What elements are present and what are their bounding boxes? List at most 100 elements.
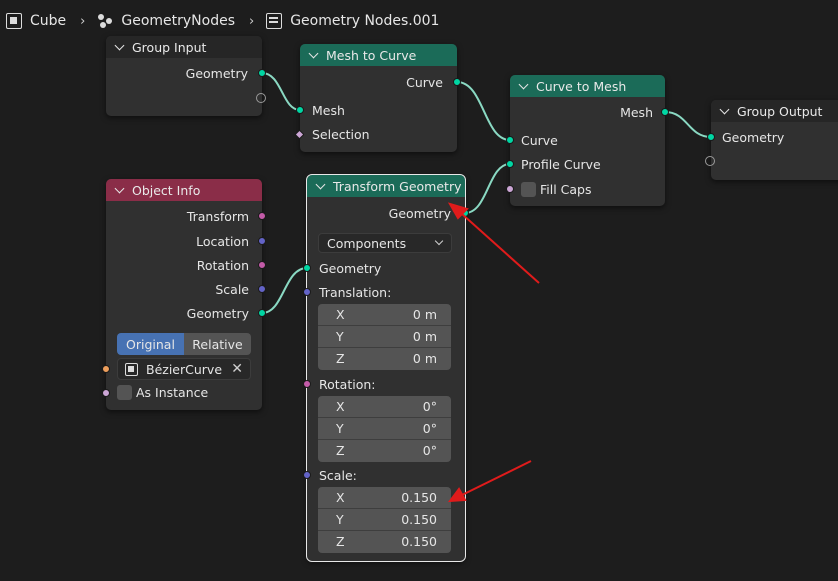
group-output-geometry-socket[interactable] xyxy=(707,133,715,141)
chevron-down-icon[interactable] xyxy=(315,179,326,189)
scale-z-field[interactable]: Z 0.150 xyxy=(318,531,451,553)
rotation-z-field[interactable]: Z 0° xyxy=(318,440,451,462)
node-title: Group Output xyxy=(737,103,823,119)
rotation-label: Rotation: xyxy=(319,377,376,392)
link-transform-to-profile-curve xyxy=(464,163,511,214)
object-info-location-socket[interactable] xyxy=(258,237,266,245)
curve-to-mesh-mesh-socket[interactable] xyxy=(661,108,669,116)
scale-x-field[interactable]: X 0.150 xyxy=(318,487,451,509)
group-input-empty-socket[interactable] xyxy=(256,93,266,103)
chevron-down-icon xyxy=(434,236,444,246)
field-value: 0 m xyxy=(412,307,437,322)
output-scale-label: Scale xyxy=(215,282,249,297)
curve-to-mesh-node[interactable]: Curve to Mesh Mesh Curve Profile Curve F… xyxy=(510,75,665,206)
node-title: Mesh to Curve xyxy=(326,47,417,63)
output-location-label: Location xyxy=(196,234,249,249)
input-geometry-label: Geometry xyxy=(722,130,785,145)
field-value: 0.150 xyxy=(401,490,437,505)
mesh-to-curve-mesh-socket[interactable] xyxy=(296,106,304,114)
transform-geometry-node[interactable]: Transform Geometry Geometry Components G… xyxy=(306,174,466,562)
object-info-object-socket[interactable] xyxy=(102,365,110,373)
field-value: 0.150 xyxy=(401,534,437,549)
fill-caps-checkbox[interactable] xyxy=(521,182,536,197)
field-value: 0 m xyxy=(412,329,437,344)
rotation-y-field[interactable]: Y 0° xyxy=(318,418,451,440)
translation-label: Translation: xyxy=(319,285,392,300)
object-info-node[interactable]: Object Info Transform Location Rotation … xyxy=(106,179,262,410)
field-value: 0° xyxy=(422,443,437,458)
transform-input-geometry-socket[interactable] xyxy=(303,264,311,272)
field-value: 0° xyxy=(422,399,437,414)
curve-to-mesh-profile-socket[interactable] xyxy=(506,160,514,168)
node-header[interactable]: Group Output xyxy=(711,100,838,122)
relative-option[interactable]: Relative xyxy=(184,333,251,355)
object-info-scale-socket[interactable] xyxy=(258,285,266,293)
axis-label: Z xyxy=(336,443,345,458)
field-value: 0 m xyxy=(412,351,437,366)
chevron-down-icon[interactable] xyxy=(114,183,125,193)
chevron-down-icon[interactable] xyxy=(719,104,730,114)
curve-to-mesh-fill-caps-socket[interactable] xyxy=(506,185,514,193)
translation-z-field[interactable]: Z 0 m xyxy=(318,348,451,370)
node-title: Object Info xyxy=(132,182,201,198)
object-info-transform-socket[interactable] xyxy=(258,212,266,220)
curve-object-icon xyxy=(125,363,138,376)
transform-output-geometry-socket[interactable] xyxy=(461,209,469,217)
transform-scale-socket[interactable] xyxy=(303,471,311,479)
object-picker[interactable]: BézierCurve ✕ xyxy=(117,358,251,380)
chevron-down-icon[interactable] xyxy=(308,48,319,58)
group-input-geometry-socket[interactable] xyxy=(258,69,266,77)
axis-label: Z xyxy=(336,351,345,366)
original-option[interactable]: Original xyxy=(117,333,184,355)
group-input-node[interactable]: Group Input Geometry xyxy=(106,36,262,116)
object-info-geometry-socket[interactable] xyxy=(258,309,266,317)
clear-icon[interactable]: ✕ xyxy=(231,361,243,377)
input-selection-label: Selection xyxy=(312,127,370,142)
link-curve-to-mesh-to-group-output xyxy=(664,111,712,138)
translation-x-field[interactable]: X 0 m xyxy=(318,304,451,326)
transform-translation-socket[interactable] xyxy=(303,288,311,296)
chevron-down-icon[interactable] xyxy=(518,79,529,89)
translation-y-field[interactable]: Y 0 m xyxy=(318,326,451,348)
mesh-to-curve-node[interactable]: Mesh to Curve Curve Mesh Selection xyxy=(300,44,457,152)
axis-label: Y xyxy=(336,421,344,436)
input-fill-caps-label: Fill Caps xyxy=(540,182,592,197)
object-info-as-instance-socket[interactable] xyxy=(102,389,110,397)
node-header[interactable]: Group Input xyxy=(106,36,262,58)
node-title: Transform Geometry xyxy=(333,178,462,194)
node-header[interactable]: Curve to Mesh xyxy=(510,75,665,97)
node-header[interactable]: Object Info xyxy=(106,179,262,201)
output-geometry-label: Geometry xyxy=(186,306,249,321)
link-group-input-to-mesh-to-curve xyxy=(261,72,301,111)
transform-space-toggle[interactable]: Original Relative xyxy=(117,333,251,355)
link-mesh-to-curve-to-curve-to-mesh xyxy=(456,81,511,141)
output-geometry-label: Geometry xyxy=(185,66,248,81)
as-instance-label: As Instance xyxy=(136,385,209,400)
object-info-rotation-socket[interactable] xyxy=(258,261,266,269)
axis-label: Y xyxy=(336,512,344,527)
field-value: 0.150 xyxy=(401,512,437,527)
output-geometry-label: Geometry xyxy=(388,206,451,221)
mode-dropdown[interactable]: Components xyxy=(318,233,452,253)
node-header[interactable]: Transform Geometry xyxy=(307,175,465,197)
node-title: Curve to Mesh xyxy=(536,78,627,94)
output-rotation-label: Rotation xyxy=(196,258,249,273)
transform-rotation-socket[interactable] xyxy=(303,380,311,388)
rotation-x-field[interactable]: X 0° xyxy=(318,396,451,418)
node-header[interactable]: Mesh to Curve xyxy=(300,44,457,66)
field-value: 0° xyxy=(422,421,437,436)
as-instance-checkbox[interactable] xyxy=(117,385,132,400)
input-profile-curve-label: Profile Curve xyxy=(521,157,601,172)
object-name: BézierCurve xyxy=(146,362,223,377)
axis-label: X xyxy=(336,399,345,414)
output-curve-label: Curve xyxy=(406,75,443,90)
chevron-down-icon[interactable] xyxy=(114,40,125,50)
output-transform-label: Transform xyxy=(186,209,249,224)
output-mesh-label: Mesh xyxy=(620,105,653,120)
curve-to-mesh-curve-socket[interactable] xyxy=(506,136,514,144)
input-geometry-label: Geometry xyxy=(319,261,382,276)
mesh-to-curve-curve-socket[interactable] xyxy=(453,78,461,86)
scale-y-field[interactable]: Y 0.150 xyxy=(318,509,451,531)
group-output-empty-socket[interactable] xyxy=(705,156,715,166)
group-output-node[interactable]: Group Output Geometry xyxy=(711,100,838,180)
